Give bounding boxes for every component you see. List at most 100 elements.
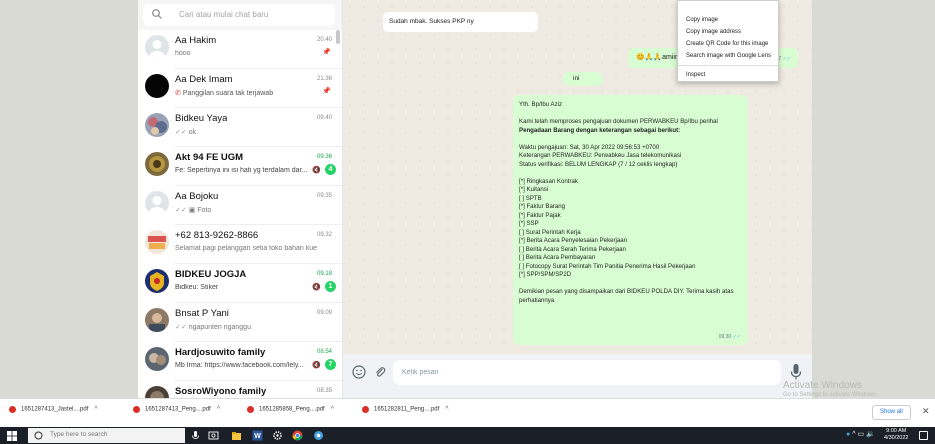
muted-icon: 🔇 (312, 284, 321, 291)
message-line: perhatiannya (519, 296, 555, 304)
avatar (145, 269, 169, 293)
window-gutter-left (0, 0, 138, 398)
download-item[interactable]: 1651287413_Peng....pdf ^ (133, 406, 220, 420)
windows-start-icon[interactable] (7, 431, 17, 441)
menu-item-inspect[interactable]: Inspect (678, 69, 778, 81)
search-input[interactable]: Cari atau mulai chat baru (179, 10, 268, 19)
close-icon[interactable]: ✕ (922, 406, 930, 417)
message-line: Pengadaan Barang dengan keterangan sebag… (519, 126, 681, 134)
message-bubble-incoming[interactable]: Sudah mbak. Sukses PKP ny (383, 12, 538, 32)
chat-name: Akt 94 FE UGM (175, 152, 244, 163)
chat-name: Aa Hakim (175, 35, 217, 46)
chat-preview: hooo (175, 50, 191, 57)
emoji-icon[interactable] (352, 365, 366, 379)
chevron-up-icon[interactable]: ^ (445, 406, 448, 413)
pin-icon: 📌 (322, 49, 331, 56)
downloads-bar: 1651287413_Jastel....pdf ^ 1651287413_Pen… (0, 398, 935, 427)
chevron-up-icon[interactable]: ^ (331, 406, 334, 413)
file-explorer-icon[interactable] (231, 430, 242, 441)
chat-preview: Selamat pagi pelanggan setia toko bahan … (175, 245, 317, 252)
message-line: Yth. Bp/Ibu Aziz (519, 101, 563, 108)
avatar (145, 191, 169, 215)
chat-item[interactable]: Aa Hakim 20.40 hooo 📌 (138, 30, 342, 69)
search-box[interactable]: Cari atau mulai chat baru (143, 4, 335, 26)
chat-item[interactable]: SosroWiyono family 08.35 (138, 381, 342, 398)
chat-time: 20.40 (316, 37, 332, 43)
search-icon (152, 9, 162, 19)
download-filename: 1651287413_Peng....pdf (145, 406, 211, 413)
system-tray-icons[interactable]: ● ^ ▭ 🔉 (846, 430, 875, 438)
search-icon (34, 431, 43, 440)
menu-item-create-qr-code[interactable]: Create QR Code for this image (678, 38, 778, 50)
chat-name: Aa Dek Imam (175, 74, 233, 85)
muted-icon: 🔇 (312, 167, 321, 174)
message-line: Status verifikasi: BELUM LENGKAP (7 / 12… (519, 160, 678, 168)
menu-item-copy-image-address[interactable]: Copy image address (678, 26, 778, 38)
paperclip-icon[interactable] (373, 365, 387, 379)
message-line: Waktu pengajuan: Sat, 30 Apr 2022 09:56:… (519, 143, 660, 151)
message-line (519, 135, 744, 144)
chat-item[interactable]: Bidkeu Yaya 09.40 ✓✓ ok. (138, 108, 342, 147)
download-item[interactable]: 1651282811_Peng....pdf ^ (362, 406, 449, 420)
read-receipt-icon: ✓✓ (175, 207, 189, 214)
taskbar-search-input[interactable]: Type here to search (50, 431, 107, 438)
menu-item-copy-image[interactable]: Copy image (678, 14, 778, 26)
chat-item[interactable]: BIDKEU JOGJA 09.18 Bidkeu: Stiker 🔇 1 (138, 264, 342, 303)
message-input[interactable] (393, 360, 781, 385)
chat-name: Bnsat P Yani (175, 308, 229, 319)
menu-item-google-lens[interactable]: Search image with Google Lens (678, 50, 778, 62)
chat-item[interactable]: Aa Dek Imam 21.36 ✆ Panggilan suara tak … (138, 69, 342, 108)
show-all-button[interactable]: Show all (872, 405, 911, 420)
message-bubble-outgoing[interactable]: Yth. Bp/Ibu Aziz Kami telah memproses pe… (513, 95, 748, 345)
system-clock[interactable]: 9:00 AM 4/30/2022 (884, 428, 908, 442)
chevron-up-icon[interactable]: ^ (217, 406, 220, 413)
volume-icon[interactable]: 🔉 (866, 431, 875, 438)
chat-preview: Bidkeu: Stiker (175, 284, 219, 291)
read-receipt-icon: ✓✓ (175, 324, 189, 331)
pin-icon: 📌 (322, 88, 331, 95)
microphone-icon[interactable] (190, 430, 201, 441)
message-line: [ ] Fotocopy Surat Perintah Tim Panitia … (519, 262, 696, 270)
tray-app-icon[interactable]: ● (846, 431, 850, 438)
app-icon[interactable] (313, 430, 324, 441)
settings-gear-icon[interactable] (272, 430, 283, 441)
chat-preview: ✓✓ ngapunten nganggu (175, 323, 317, 331)
download-filename: 1651282811_Peng....pdf (374, 406, 440, 413)
chevron-up-icon[interactable]: ^ (852, 431, 855, 438)
message-line: [*] SSP (519, 220, 539, 227)
chevron-up-icon[interactable]: ^ (94, 406, 97, 413)
chat-time: 09.36 (316, 154, 332, 160)
task-view-icon[interactable] (208, 430, 219, 441)
emoji-icon: 😊🙏🙏 (636, 54, 663, 61)
clock-time: 9:00 AM (886, 428, 907, 434)
chrome-icon[interactable] (292, 430, 303, 441)
message-bubble-outgoing[interactable]: ini (563, 72, 603, 86)
chat-preview-text: ok. (188, 129, 199, 136)
message-line (519, 280, 744, 289)
message-line: Keterangan PERWABKEU: Perwabkeu Jasa tel… (519, 152, 682, 159)
chat-name: Aa Bojoku (175, 191, 219, 202)
chat-item[interactable]: Bnsat P Yani 09.09 ✓✓ ngapunten nganggu (138, 303, 342, 342)
microphone-icon[interactable] (789, 363, 803, 381)
missed-call-label: Panggilan suara tak terjawab (182, 90, 274, 97)
avatar (145, 35, 169, 59)
chat-name: Hardjosuwito family (175, 347, 266, 358)
message-line: [*] Berita Acara Penyelesaian Pekerjaan (519, 237, 628, 244)
chat-item[interactable]: +62 813-9262-8866 09.32 Selamat pagi pel… (138, 225, 342, 264)
avatar (145, 74, 169, 98)
menu-separator (678, 65, 778, 66)
chat-item[interactable]: Hardjosuwito family 08.54 Mb Irma: https… (138, 342, 342, 381)
svg-text:W: W (254, 433, 261, 440)
download-item[interactable]: 1651285858_Peng....pdf ^ (247, 406, 334, 420)
download-item[interactable]: 1651287413_Jastel....pdf ^ (9, 406, 98, 420)
read-receipt-icon: ✓✓ (731, 334, 741, 340)
taskbar-search-box[interactable]: Type here to search (28, 428, 185, 443)
network-icon[interactable]: ▭ (857, 431, 864, 438)
chat-item[interactable]: Aa Bojoku 09.35 ✓✓ ▣ Foto (138, 186, 342, 225)
windows-taskbar: Type here to search W ● ^ ▭ 🔉 9:00 AM 4/… (0, 427, 935, 444)
word-icon[interactable]: W (252, 430, 263, 441)
chat-time: 09.18 (316, 271, 332, 277)
missed-call-icon: ✆ (175, 90, 183, 97)
chat-item[interactable]: Akt 94 FE UGM 09.36 Fe: Sepertinya ini i… (138, 147, 342, 186)
notifications-icon[interactable] (919, 431, 928, 440)
